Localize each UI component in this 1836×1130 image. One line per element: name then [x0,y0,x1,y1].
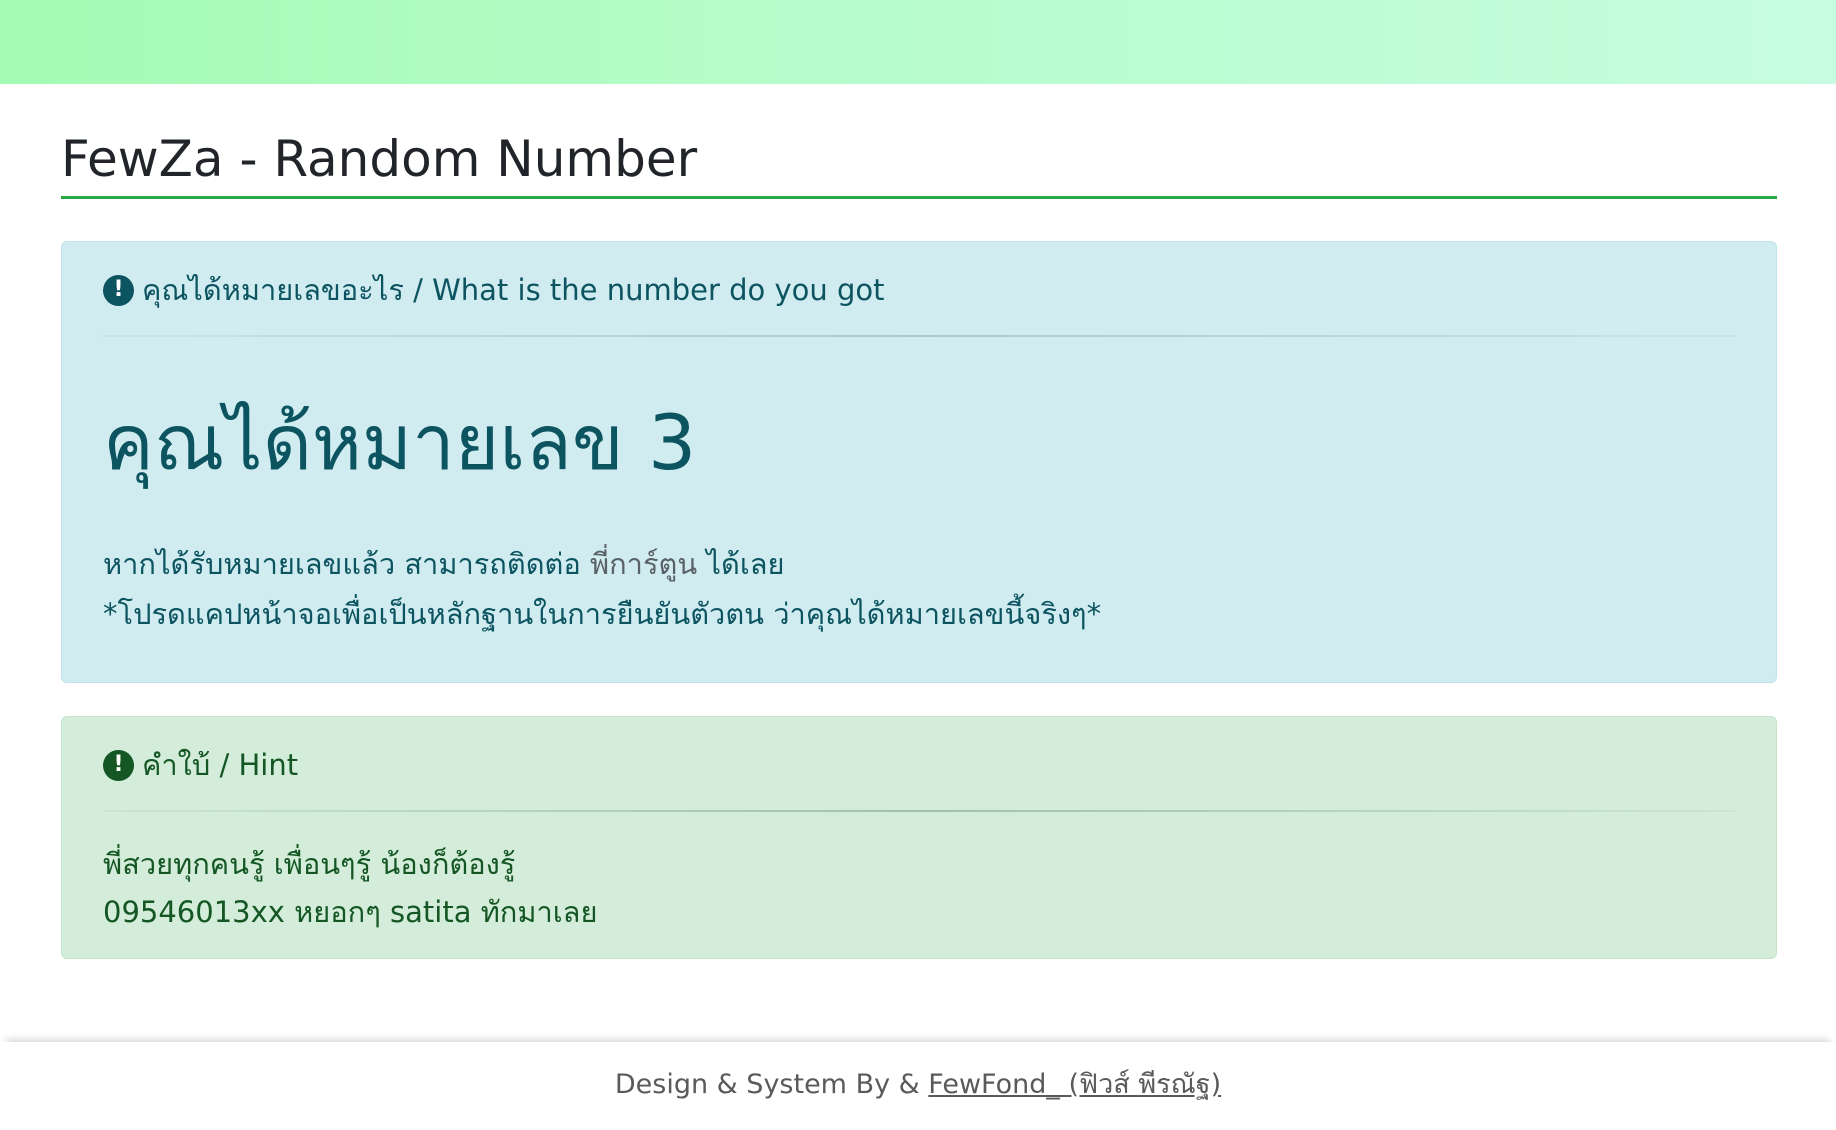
result-card-heading: ! คุณได้หมายเลขอะไร / What is the number… [103,272,1735,308]
contact-link[interactable]: พี่การ์ตูน [590,547,697,581]
footer-author-link[interactable]: FewFond_ (ฟิวส์ พีรณัฐ) [928,1069,1221,1100]
footer: Design & System By & FewFond_ (ฟิวส์ พีร… [0,1042,1836,1130]
hint-card-divider [103,810,1735,812]
contact-suffix: ได้เลย [697,547,785,581]
screenshot-note: *โปรดแคปหน้าจอเพื่อเป็นหลักฐานในการยืนยั… [103,597,1102,631]
main-container: FewZa - Random Number ! คุณได้หมายเลขอะไ… [61,84,1777,959]
hint-line-1: พี่สวยทุกคนรู้ เพื่อนๆรู้ น้องก็ต้องรู้ [103,847,516,881]
result-card-divider [103,335,1735,337]
hint-body: พี่สวยทุกคนรู้ เพื่อนๆรู้ น้องก็ต้องรู้ … [103,840,1735,936]
contact-line: หากได้รับหมายเลขแล้ว สามารถติดต่อ พี่การ… [103,539,1735,589]
contact-prefix: หากได้รับหมายเลขแล้ว สามารถติดต่อ [103,547,590,581]
result-number: คุณได้หมายเลข 3 [103,398,697,487]
top-banner [0,0,1836,84]
hint-card-heading-label: คำใบ้ / Hint [142,748,299,782]
exclamation-circle-icon: ! [103,749,134,781]
result-card: ! คุณได้หมายเลขอะไร / What is the number… [61,241,1777,683]
page-title: FewZa - Random Number [61,130,1777,199]
hint-card: ! คำใบ้ / Hint พี่สวยทุกคนรู้ เพื่อนๆรู้… [61,716,1777,959]
footer-prefix: Design & System By & [614,1069,929,1100]
hint-line-2: 09546013xx หยอกๆ satita ทักมาเลย [103,895,598,929]
result-card-heading-label: คุณได้หมายเลขอะไร / What is the number d… [142,273,885,307]
hint-card-heading: ! คำใบ้ / Hint [103,747,1735,783]
result-info: หากได้รับหมายเลขแล้ว สามารถติดต่อ พี่การ… [103,539,1735,639]
exclamation-circle-icon: ! [103,274,134,306]
